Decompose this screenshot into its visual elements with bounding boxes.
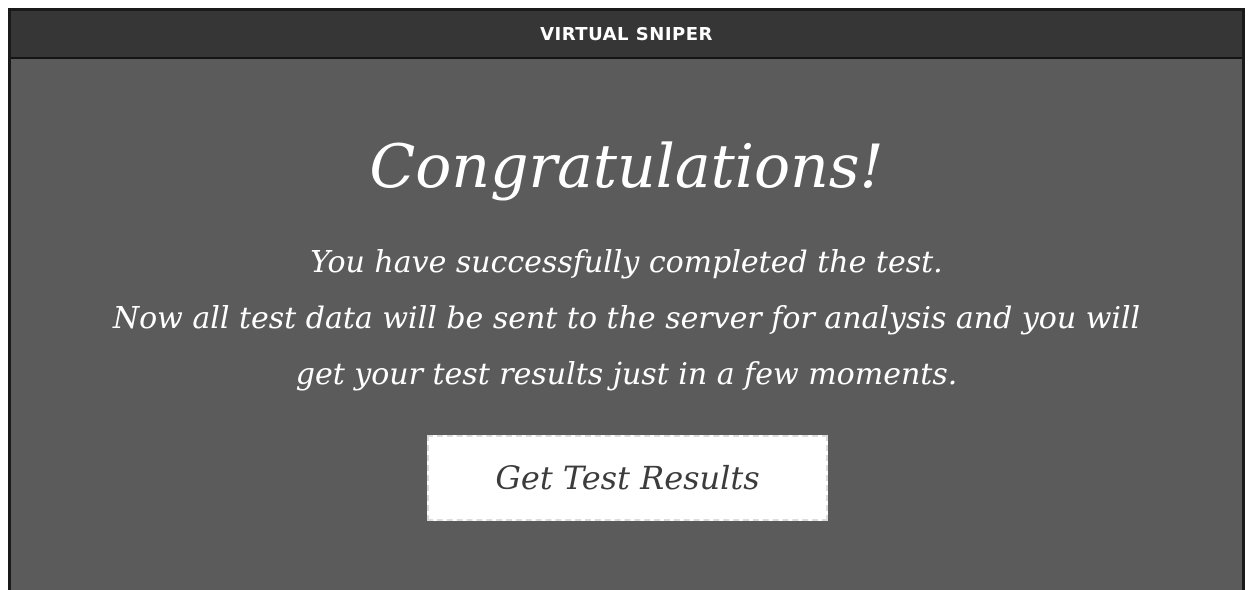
message-line: Now all test data will be sent to the se…	[112, 301, 1141, 336]
title-bar: VIRTUAL SNIPER	[11, 11, 1242, 59]
completion-message: You have successfully completed the test…	[11, 235, 1242, 403]
congratulations-heading: Congratulations!	[369, 132, 884, 202]
app-window: VIRTUAL SNIPER Congratulations! You have…	[8, 8, 1245, 590]
message-line: You have successfully completed the test…	[310, 245, 943, 280]
window-title: VIRTUAL SNIPER	[540, 23, 713, 45]
message-line: get your test results just in a few mome…	[295, 357, 958, 392]
get-test-results-button[interactable]: Get Test Results	[427, 435, 828, 521]
